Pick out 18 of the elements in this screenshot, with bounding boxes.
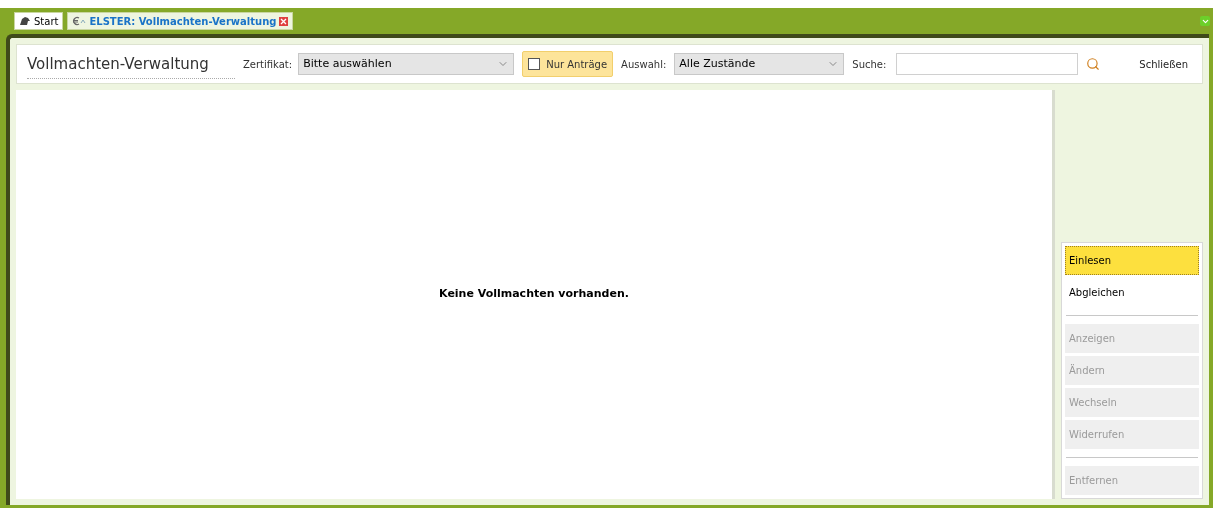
page-title: Vollmachten-Verwaltung	[27, 49, 235, 79]
selection-label: Auswahl:	[621, 57, 667, 72]
tab[interactable]: ELSTER: Vollmachten-Verwaltung	[67, 12, 294, 30]
close-icon[interactable]	[279, 16, 289, 26]
tab[interactable]: Start	[14, 12, 64, 30]
expand-icon[interactable]	[1200, 16, 1210, 26]
action-button[interactable]: Einlesen	[1065, 246, 1199, 275]
status-dropdown[interactable]: Alle Zustände	[674, 53, 845, 75]
only-requests-toggle[interactable]: Nur Anträge	[522, 51, 614, 77]
search-icon[interactable]	[1086, 57, 1101, 71]
certificate-label: Zertifikat:	[243, 57, 293, 72]
close-button[interactable]: Schließen	[1135, 56, 1192, 72]
search-label: Suche:	[852, 57, 887, 72]
certificate-dropdown[interactable]: Bitte auswählen	[298, 53, 515, 75]
search-field[interactable]	[896, 53, 1079, 75]
checkbox[interactable]	[528, 58, 541, 70]
euro-icon	[72, 16, 87, 26]
empty-message: Keine Vollmachten vorhanden.	[439, 286, 629, 303]
